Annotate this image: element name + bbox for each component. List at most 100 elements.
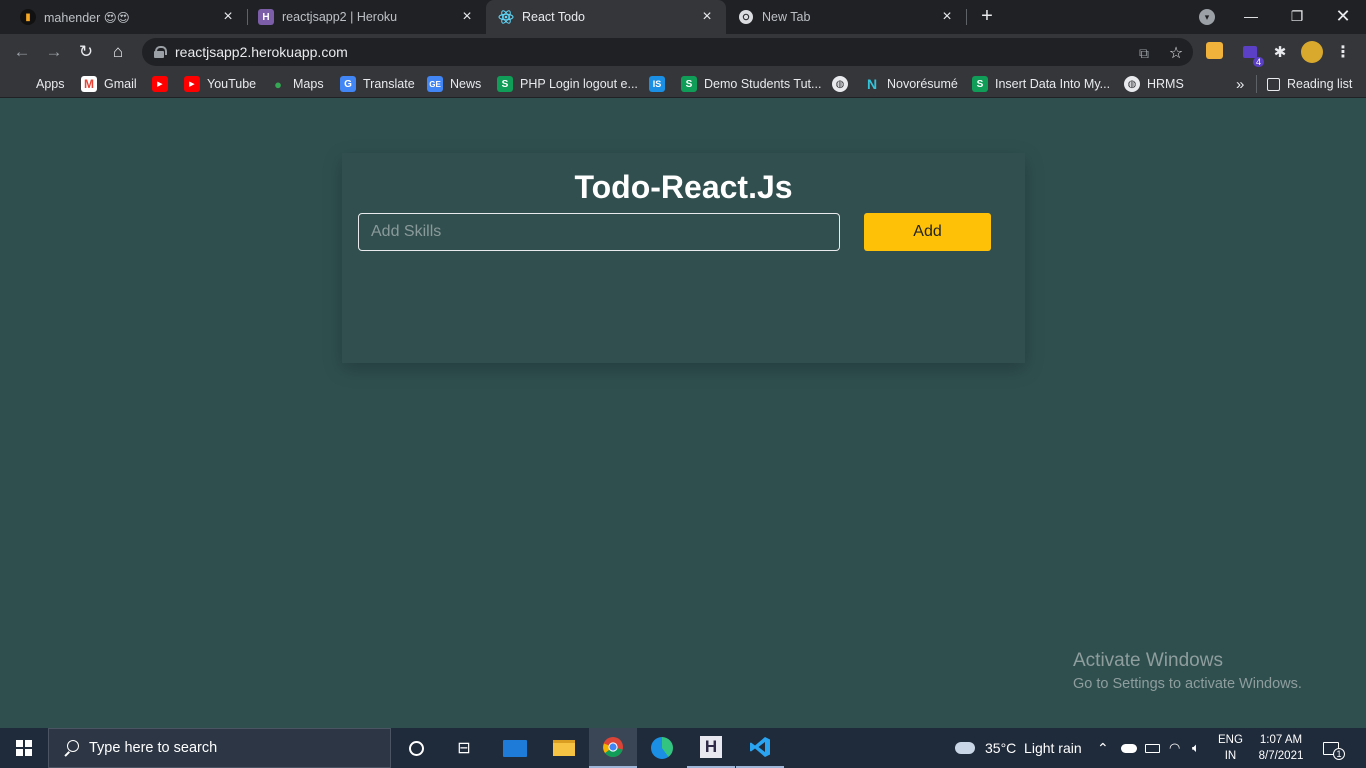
page-viewport: Todo-React.Js Add Activate Windows Go to… [0, 98, 1366, 728]
bookmark-apps[interactable]: Apps [15, 75, 65, 93]
close-tab-icon[interactable]: × [938, 8, 956, 26]
tab-heroku[interactable]: H reactjsapp2 | Heroku × [238, 0, 486, 34]
tray-chevron-icon[interactable]: ⌃ [1097, 728, 1109, 768]
reading-list-button[interactable]: Reading list [1267, 75, 1352, 93]
is-icon: IS [649, 76, 665, 92]
bookmark-label: Translate [363, 77, 415, 91]
bookmark-demo-students[interactable]: S Demo Students Tut... [681, 75, 821, 93]
bookmark-novoresume[interactable]: N Novorésumé [864, 75, 958, 93]
weather-widget[interactable]: 35°C Light rain [955, 728, 1082, 768]
notification-count: 1 [1333, 748, 1345, 760]
taskbar-search-box[interactable]: Type here to search [48, 728, 391, 768]
bookmark-maps[interactable]: ● Maps [270, 75, 324, 93]
heroku-app-icon[interactable]: H [687, 728, 735, 768]
tab-mahender[interactable]: ▮ mahender 😍😍 × [0, 0, 247, 34]
bookmark-is[interactable]: IS [649, 75, 672, 93]
new-tab-button[interactable]: + [976, 5, 998, 27]
bookmark-label: News [450, 77, 482, 91]
restore-button[interactable]: ❐ [1285, 4, 1309, 28]
bookmark-label: PHP Login logout e... [520, 77, 638, 91]
home-icon[interactable]: ⌂ [106, 40, 130, 64]
bookmark-hrms[interactable]: ◍ HRMS [1124, 75, 1184, 93]
tab-search-icon[interactable]: ▾ [1199, 9, 1215, 25]
language-top: ENG [1218, 734, 1243, 746]
page-title: Todo-React.Js [574, 169, 793, 205]
battery-icon[interactable] [1145, 728, 1160, 768]
back-icon[interactable]: ← [10, 40, 34, 64]
bookmark-youtube[interactable]: ▶ YouTube [184, 75, 256, 93]
activate-windows-watermark: Activate Windows Go to Settings to activ… [1073, 650, 1302, 692]
add-button[interactable]: Add [864, 213, 991, 251]
language-bottom: IN [1224, 750, 1237, 762]
windows-taskbar: Type here to search ⊟ H 35°C Light rain … [0, 728, 1366, 768]
bookmark-label: Gmail [104, 77, 137, 91]
clock-date: 8/7/2021 [1258, 750, 1304, 762]
vscode-app-icon[interactable] [736, 728, 784, 768]
bookmark-translate[interactable]: G Translate [340, 75, 415, 93]
tab-title: New Tab [762, 10, 811, 24]
reload-icon[interactable]: ↻ [74, 40, 98, 64]
add-skill-input[interactable] [358, 213, 840, 251]
bookmark-insert-data[interactable]: S Insert Data Into My... [972, 75, 1110, 93]
tab-divider [966, 9, 967, 25]
bookmark-label: Apps [36, 77, 65, 91]
lock-icon[interactable] [154, 46, 167, 58]
minimize-button[interactable]: — [1239, 4, 1263, 28]
news-icon: GE [427, 76, 443, 92]
close-tab-icon[interactable]: × [698, 8, 716, 26]
instagram-favicon-icon: ▮ [20, 9, 36, 25]
profile-avatar[interactable] [1301, 41, 1323, 63]
bookmark-gmail[interactable]: M Gmail [81, 75, 137, 93]
onedrive-icon[interactable] [1121, 728, 1137, 768]
browser-toolbar: ← → ↻ ⌂ reactjsapp2.herokuapp.com ⧉ ☆ 4 … [0, 34, 1366, 70]
language-indicator[interactable]: ENG IN [1218, 728, 1243, 768]
file-explorer-icon[interactable] [540, 728, 588, 768]
globe-icon: ◍ [832, 76, 848, 92]
tab-title: reactjsapp2 | Heroku [282, 10, 398, 24]
todo-card: Todo-React.Js Add [342, 153, 1025, 363]
url-text: reactjsapp2.herokuapp.com [175, 44, 348, 60]
address-bar[interactable]: reactjsapp2.herokuapp.com ⧉ ☆ [142, 38, 1193, 66]
tab-title: mahender 😍😍 [44, 10, 130, 25]
start-button[interactable] [0, 728, 48, 768]
watermark-title: Activate Windows [1073, 650, 1223, 671]
extensions-puzzle-icon[interactable]: ✱ [1270, 42, 1290, 62]
chrome-menu-icon[interactable]: ⋮ [1333, 42, 1353, 62]
watermark-subtitle: Go to Settings to activate Windows. [1073, 676, 1302, 692]
wifi-icon[interactable]: ◠ [1169, 728, 1180, 768]
reading-list-label: Reading list [1287, 77, 1353, 91]
bookmark-star-icon[interactable]: ☆ [1167, 44, 1185, 62]
extension-purple-icon[interactable]: 4 [1240, 42, 1264, 67]
cortana-icon[interactable] [392, 728, 440, 768]
s-icon: S [497, 76, 513, 92]
bookmark-label: Maps [293, 77, 324, 91]
gmail-icon: M [81, 76, 97, 92]
task-view-icon[interactable]: ⊟ [440, 728, 488, 768]
extension-notes-icon[interactable] [1206, 42, 1223, 59]
bookmarks-overflow-icon[interactable]: » [1236, 75, 1244, 93]
close-tab-icon[interactable]: × [219, 8, 237, 26]
weather-text: 35°C Light rain [985, 740, 1082, 756]
clock[interactable]: 1:07 AM 8/7/2021 [1253, 728, 1309, 768]
mail-app-icon[interactable] [491, 728, 539, 768]
close-window-button[interactable]: ✕ [1331, 4, 1355, 28]
tab-react-todo[interactable]: React Todo × [486, 0, 726, 34]
volume-icon[interactable]: 🔈︎ [1192, 728, 1200, 768]
translate-icon: G [340, 76, 356, 92]
bookmark-label: Demo Students Tut... [704, 77, 822, 91]
close-tab-icon[interactable]: × [458, 8, 476, 26]
youtube-icon: ▶ [152, 76, 168, 92]
windows-logo-icon [16, 740, 32, 756]
forward-icon[interactable]: → [42, 40, 66, 64]
bookmark-globe-unnamed[interactable]: ◍ [832, 75, 855, 93]
notification-center-icon[interactable]: 1 [1323, 728, 1351, 768]
bookmark-news[interactable]: GE News [427, 75, 481, 93]
translate-page-icon[interactable]: ⧉ [1135, 44, 1153, 62]
chrome-app-icon[interactable] [589, 728, 637, 768]
bookmark-youtube-unnamed[interactable]: ▶ [152, 75, 175, 93]
bookmarks-bar: Apps M Gmail ▶ ▶ YouTube ● Maps G Transl… [0, 70, 1366, 98]
bookmark-php-login[interactable]: S PHP Login logout e... [497, 75, 638, 93]
edge-app-icon[interactable] [638, 728, 686, 768]
apps-grid-icon [15, 77, 29, 91]
tab-new-tab[interactable]: New Tab × [726, 0, 966, 34]
